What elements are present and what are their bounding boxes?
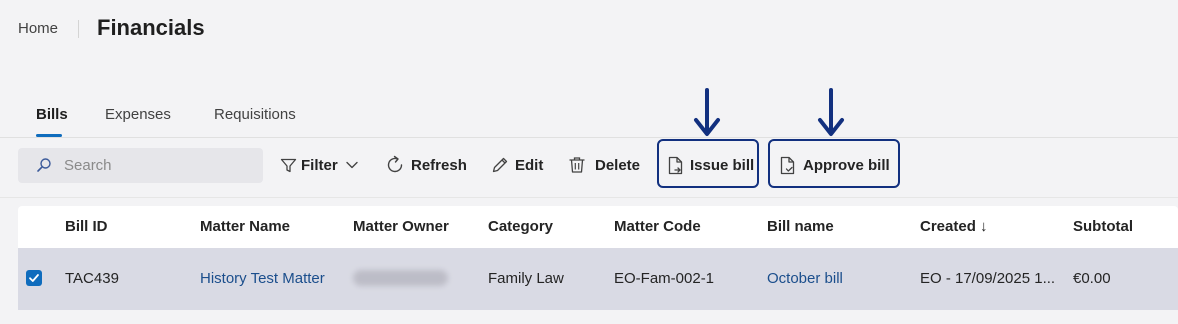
- approve-bill-label: Approve bill: [803, 156, 890, 174]
- arrow-down-icon: [818, 88, 844, 136]
- refresh-icon: [387, 155, 403, 173]
- column-header-created[interactable]: Created ↓: [920, 218, 988, 235]
- column-header-matter-code[interactable]: Matter Code: [614, 218, 701, 235]
- column-header-matter-owner[interactable]: Matter Owner: [353, 218, 449, 235]
- refresh-button[interactable]: Refresh: [385, 153, 467, 177]
- column-header-matter-name[interactable]: Matter Name: [200, 218, 290, 235]
- table-row[interactable]: TAC439 History Test Matter Family Law EO…: [18, 248, 1178, 310]
- breadcrumb-home[interactable]: Home: [18, 20, 58, 37]
- pencil-icon: [492, 157, 508, 173]
- arrow-down-icon: [694, 88, 720, 136]
- document-arrow-icon: [668, 156, 683, 174]
- chevron-down-icon: [345, 161, 358, 169]
- cell-matter-code: EO-Fam-002-1: [614, 270, 715, 287]
- cell-subtotal: €0.00: [1073, 270, 1111, 287]
- filter-icon: [280, 158, 297, 172]
- bills-table: Bill ID Matter Name Matter Owner Categor…: [18, 206, 1178, 310]
- trash-icon: [569, 157, 585, 173]
- edit-label: Edit: [515, 156, 544, 174]
- column-header-bill-name[interactable]: Bill name: [767, 218, 834, 235]
- refresh-label: Refresh: [411, 156, 467, 174]
- delete-label: Delete: [595, 156, 641, 174]
- row-checkbox[interactable]: [26, 270, 42, 286]
- active-tab-indicator: [36, 134, 62, 137]
- filter-label: Filter: [301, 156, 338, 174]
- tab-bills[interactable]: Bills: [36, 106, 68, 123]
- column-header-category[interactable]: Category: [488, 218, 553, 235]
- column-header-bill-id[interactable]: Bill ID: [65, 218, 108, 235]
- issue-bill-label: Issue bill: [690, 156, 755, 174]
- tab-expenses[interactable]: Expenses: [105, 106, 171, 123]
- page-header: Home Financials: [0, 0, 1178, 60]
- tab-bar: Bills Expenses Requisitions: [0, 100, 1178, 138]
- cell-bill-id: TAC439: [65, 270, 119, 287]
- table-header: Bill ID Matter Name Matter Owner Categor…: [18, 206, 1178, 248]
- search-box[interactable]: [18, 148, 263, 183]
- cell-created: EO - 17/09/2025 1...: [920, 270, 1056, 287]
- filter-button[interactable]: Filter: [280, 153, 359, 177]
- column-header-subtotal[interactable]: Subtotal: [1073, 218, 1133, 235]
- delete-button[interactable]: Delete: [568, 153, 640, 177]
- checkmark-icon: [29, 274, 39, 282]
- issue-bill-button[interactable]: Issue bill: [667, 153, 754, 177]
- search-input[interactable]: [64, 148, 254, 183]
- cell-matter-owner-redacted: [353, 270, 448, 286]
- tab-requisitions[interactable]: Requisitions: [214, 106, 296, 123]
- edit-button[interactable]: Edit: [491, 153, 543, 177]
- command-bar: Filter Refresh Edit Delete: [0, 138, 1178, 198]
- cell-bill-name-link[interactable]: October bill: [767, 270, 843, 287]
- search-icon: [37, 158, 51, 172]
- approve-bill-button[interactable]: Approve bill: [779, 153, 890, 177]
- cell-category: Family Law: [488, 270, 564, 287]
- page-title: Financials: [97, 15, 205, 40]
- cell-matter-name-link[interactable]: History Test Matter: [200, 270, 325, 287]
- breadcrumb-divider: [78, 20, 79, 38]
- document-check-icon: [780, 156, 795, 174]
